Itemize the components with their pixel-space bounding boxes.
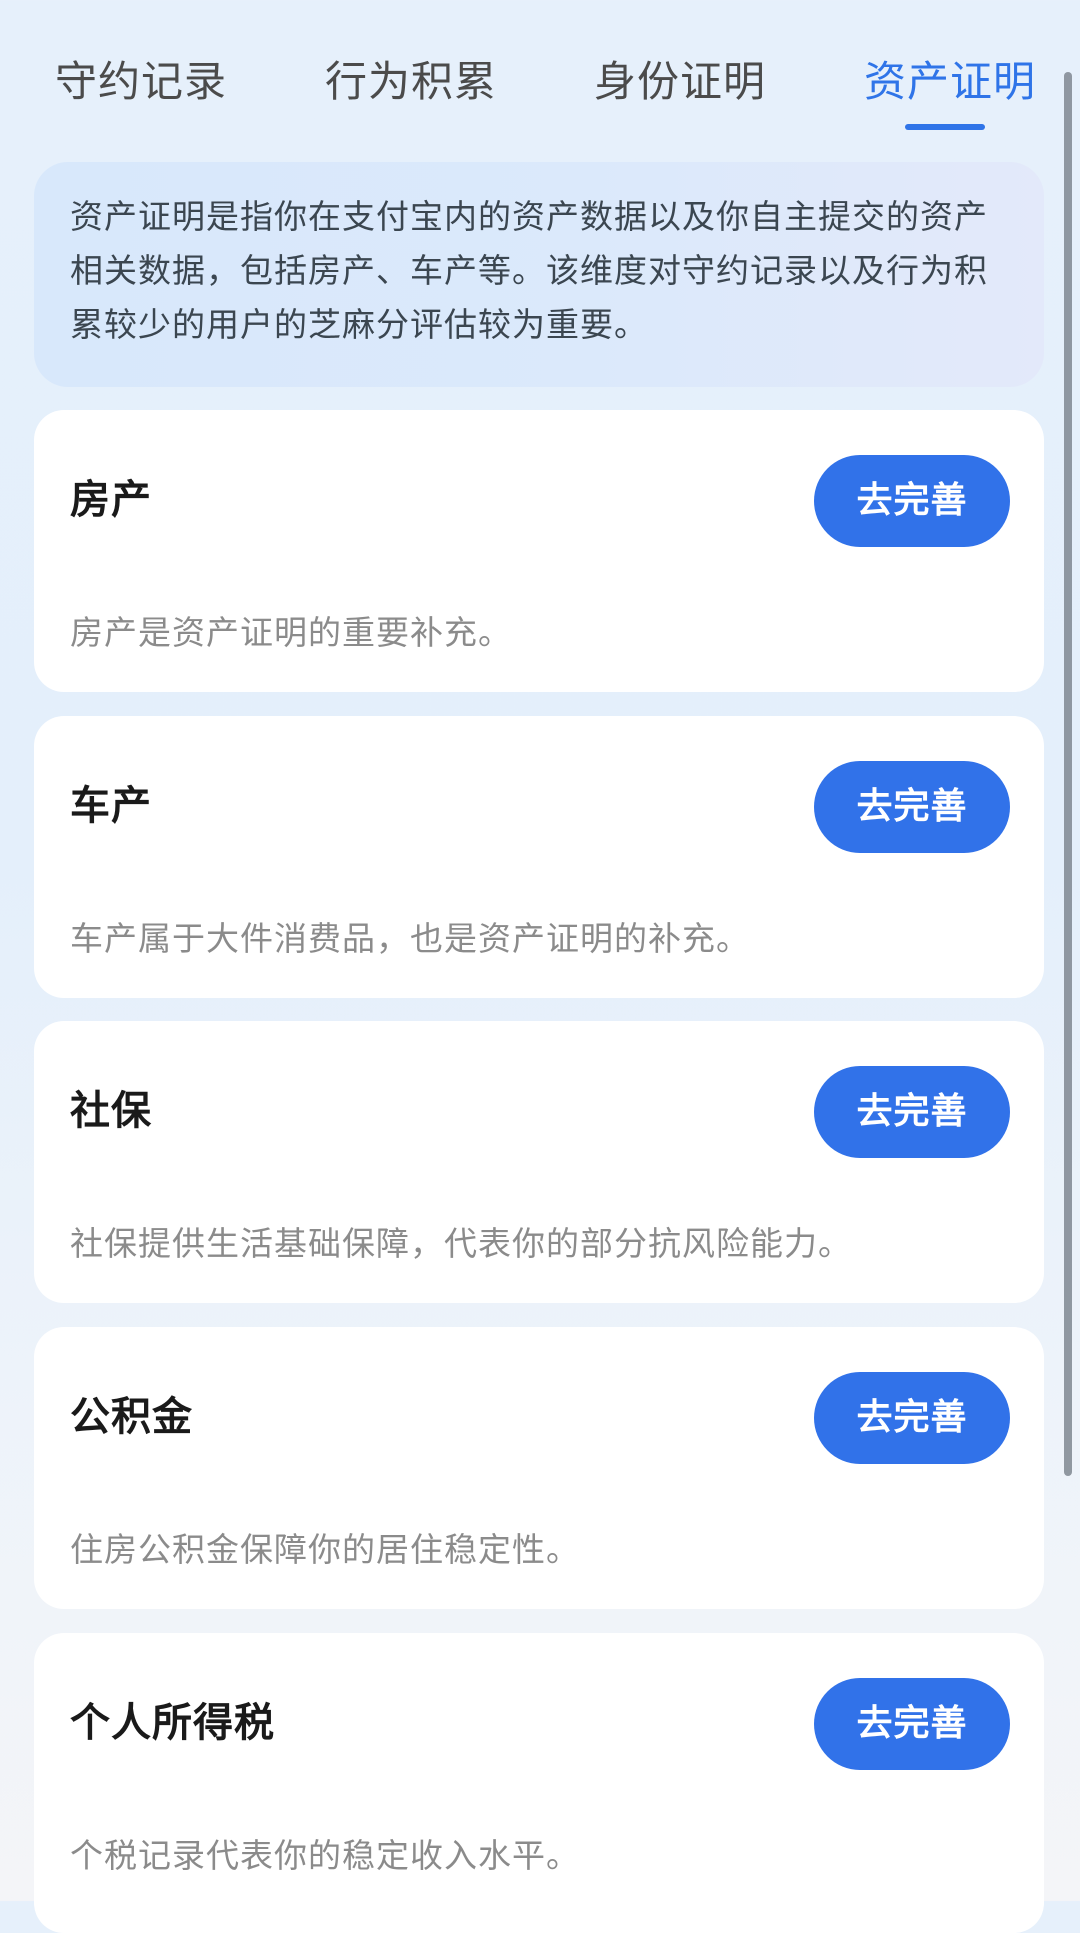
complete-income-tax-button[interactable]: 去完善 <box>814 1678 1010 1770</box>
card-title: 车产 <box>70 783 152 829</box>
asset-card-social-security: 社保 去完善 社保提供生活基础保障，代表你的部分抗风险能力。 <box>34 1021 1044 1303</box>
asset-card-property: 房产 去完善 房产是资产证明的重要补充。 <box>34 410 1044 692</box>
asset-proof-intro: 资产证明是指你在支付宝内的资产数据以及你自主提交的资产 相关数据，包括房产、车产… <box>34 162 1044 387</box>
intro-line-1: 资产证明是指你在支付宝内的资产数据以及你自主提交的资产 <box>70 197 988 236</box>
complete-social-security-button[interactable]: 去完善 <box>814 1066 1010 1158</box>
vertical-scrollbar[interactable] <box>1064 72 1072 1476</box>
asset-card-housing-fund: 公积金 去完善 住房公积金保障你的居住稳定性。 <box>34 1327 1044 1609</box>
tab-asset-proof[interactable]: 资产证明 <box>864 52 1036 112</box>
intro-line-2: 相关数据，包括房产、车产等。该维度对守约记录以及行为积 <box>70 251 988 290</box>
card-title: 房产 <box>70 477 152 523</box>
complete-vehicle-button[interactable]: 去完善 <box>814 761 1010 853</box>
asset-card-vehicle: 车产 去完善 车产属于大件消费品，也是资产证明的补充。 <box>34 716 1044 998</box>
card-title: 个人所得税 <box>70 1700 275 1746</box>
complete-housing-fund-button[interactable]: 去完善 <box>814 1372 1010 1464</box>
card-description: 个税记录代表你的稳定收入水平。 <box>70 1836 580 1875</box>
tab-compliance-record[interactable]: 守约记录 <box>55 52 227 112</box>
intro-line-3: 累较少的用户的芝麻分评估较为重要。 <box>70 305 648 344</box>
tab-behavior-accumulation[interactable]: 行为积累 <box>325 52 497 112</box>
card-description: 房产是资产证明的重要补充。 <box>70 613 512 652</box>
active-tab-indicator <box>905 124 985 130</box>
tab-bar: 守约记录 行为积累 身份证明 资产证明 <box>0 0 1080 140</box>
asset-card-income-tax: 个人所得税 去完善 个税记录代表你的稳定收入水平。 <box>34 1633 1044 1933</box>
complete-property-button[interactable]: 去完善 <box>814 455 1010 547</box>
card-description: 住房公积金保障你的居住稳定性。 <box>70 1530 580 1569</box>
card-description: 社保提供生活基础保障，代表你的部分抗风险能力。 <box>70 1224 852 1263</box>
card-title: 公积金 <box>70 1394 193 1440</box>
card-title: 社保 <box>70 1088 152 1134</box>
tab-identity-proof[interactable]: 身份证明 <box>594 52 766 112</box>
card-description: 车产属于大件消费品，也是资产证明的补充。 <box>70 919 750 958</box>
